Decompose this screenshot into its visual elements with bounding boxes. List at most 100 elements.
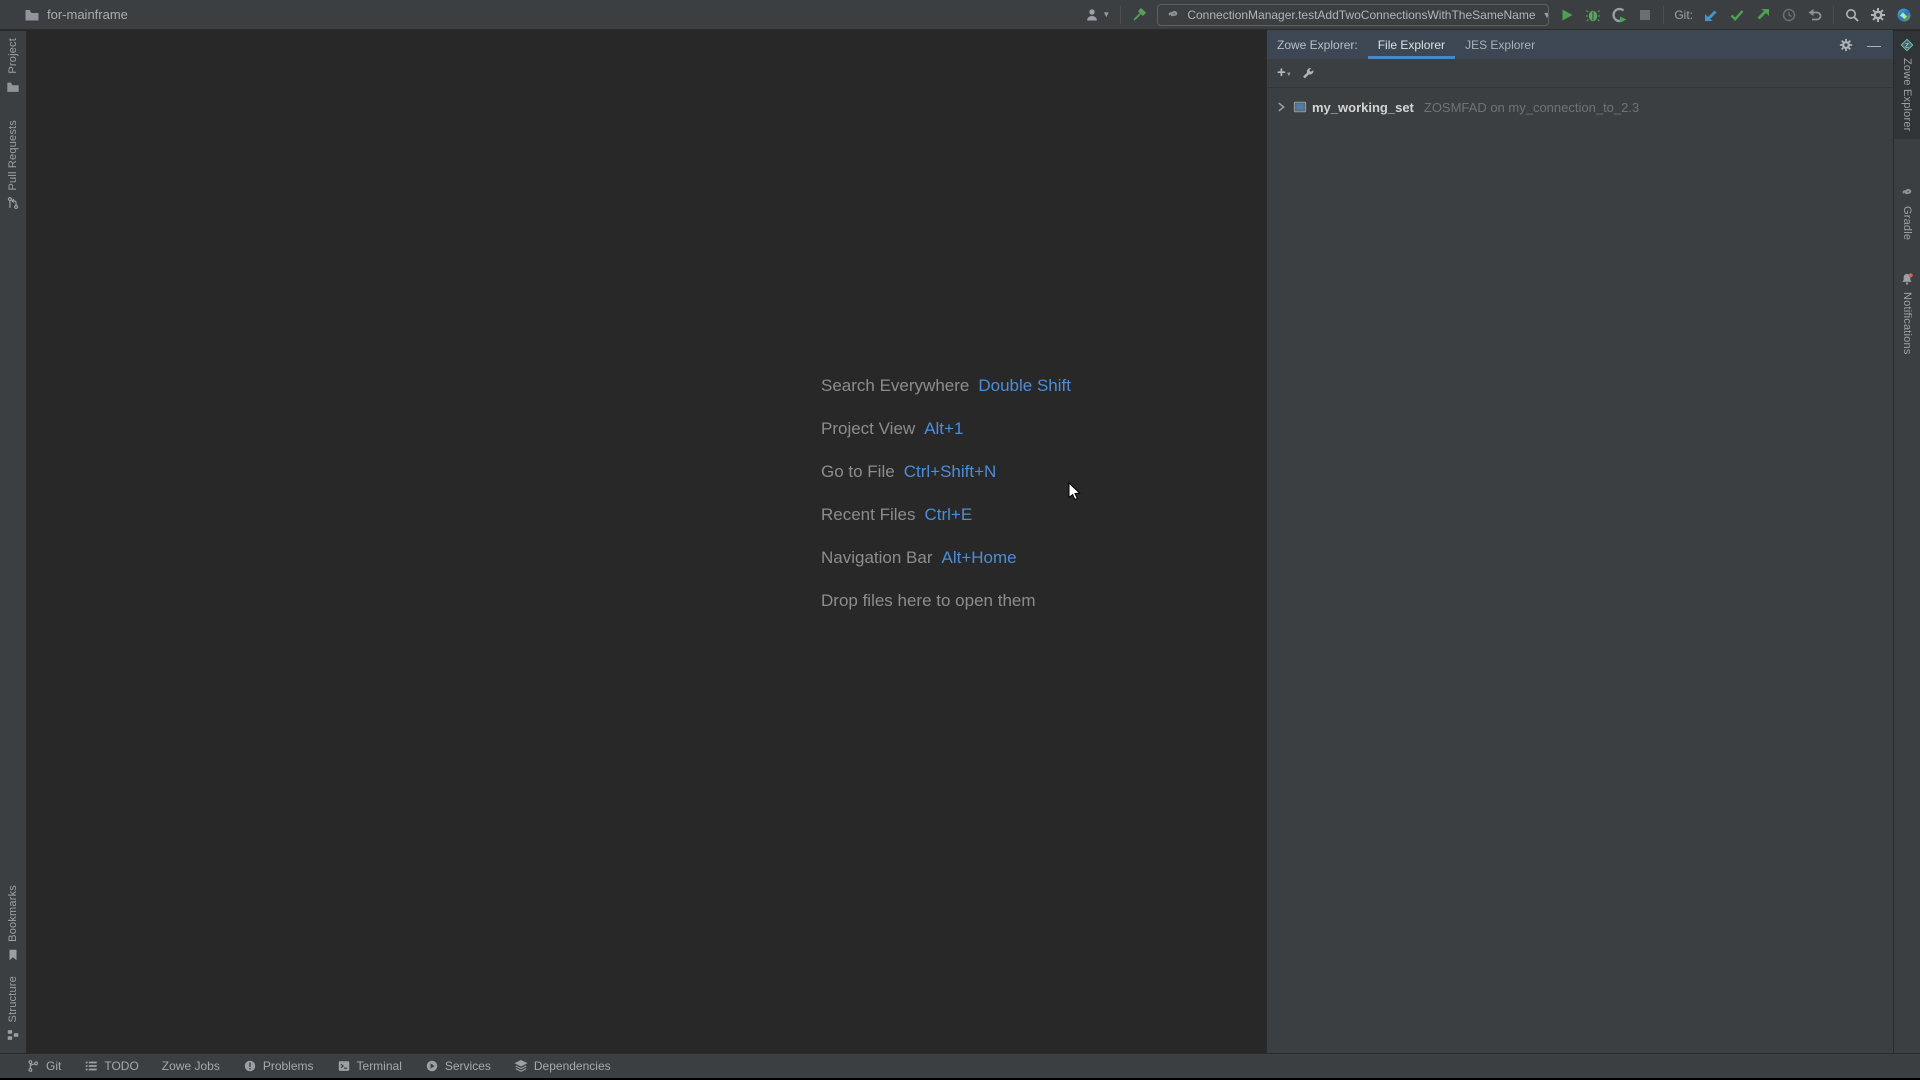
run-icon[interactable] [1559,7,1575,23]
stripe-tab-structure[interactable]: Structure [0,969,26,1049]
user-icon [1084,7,1100,23]
wrench-icon[interactable] [1301,66,1315,80]
project-folder-icon [24,7,40,23]
hint-label: Go to File [821,461,895,481]
bottom-tab-label: Terminal [356,1059,402,1073]
bell-icon [1900,272,1914,286]
history-icon [1781,7,1797,23]
structure-icon [6,1028,20,1042]
hint-project-view: Project View Alt+1 [821,407,1071,450]
project-name[interactable]: for-mainframe [47,7,128,22]
stripe-tab-zowe-explorer[interactable]: Z Zowe Explorer [1894,31,1920,139]
problems-icon [243,1059,257,1073]
gear-icon[interactable] [1839,38,1853,52]
stripe-tab-gradle-label: Gradle [1901,205,1913,240]
run-configuration-select[interactable]: ConnectionManager.testAddTwoConnectionsW… [1157,3,1550,26]
stop-icon [1637,7,1653,23]
tab-jes-explorer[interactable]: JES Explorer [1455,30,1545,59]
debug-icon[interactable] [1585,7,1601,23]
gear-icon[interactable] [1870,7,1886,23]
git-push-icon[interactable] [1755,7,1771,23]
hint-drop-files: Drop files here to open them [821,579,1071,622]
minimize-icon[interactable]: — [1867,38,1881,52]
bottom-tab-label: TODO [104,1059,139,1073]
stripe-tab-structure-label: Structure [7,975,19,1022]
toolbar-separator [1663,5,1665,24]
bottom-tab-dependencies[interactable]: Dependencies [514,1059,611,1073]
dependencies-icon [514,1059,528,1073]
hint-label: Navigation Bar [821,547,933,567]
git-branch-icon [26,1059,40,1073]
bottom-tab-label: Services [444,1059,491,1073]
rollback-icon[interactable] [1807,7,1823,23]
bottom-tab-terminal[interactable]: Terminal [337,1059,402,1073]
folder-icon [6,80,20,94]
run-configuration-name: ConnectionManager.testAddTwoConnectionsW… [1187,7,1536,22]
stripe-tab-zowe-explorer-label: Zowe Explorer [1901,58,1913,132]
title-bar: for-mainframe ▼ ConnectionManager.testAd… [0,0,1920,30]
build-hammer-icon[interactable] [1131,7,1147,23]
zowe-file-tree: my_working_set ZOSMFAD on my_connection_… [1267,88,1893,118]
stripe-tab-project-label: Project [7,38,19,74]
stripe-tab-pull-requests[interactable]: Pull Requests [0,113,26,217]
hint-go-to-file: Go to File Ctrl+Shift+N [821,450,1071,493]
gradle-icon [1900,186,1914,200]
hint-recent-files: Recent Files Ctrl+E [821,493,1071,536]
zowe-panel-toolbar: + ▼ [1267,59,1893,88]
stripe-tab-gradle[interactable]: Gradle [1894,179,1920,247]
editor-area[interactable] [28,31,1265,1053]
editor-shortcut-hints: Search Everywhere Double Shift Project V… [821,364,1071,622]
pull-request-icon [6,196,20,210]
plus-icon[interactable]: + ▼ [1277,65,1292,80]
git-commit-icon[interactable] [1729,7,1745,23]
avatar-icon[interactable] [1896,7,1912,23]
chevron-down-icon: ▼ [1543,10,1549,20]
bottom-tab-label: Problems [262,1059,314,1073]
zowe-panel-title: Zowe Explorer: [1277,37,1358,52]
hint-navigation-bar: Navigation Bar Alt+Home [821,536,1071,579]
user-menu-button[interactable]: ▼ [1084,7,1110,23]
stripe-tab-project[interactable]: Project [0,31,26,101]
chevron-down-icon: ▼ [1285,72,1292,78]
stripe-tab-notifications[interactable]: Notifications [1894,265,1920,362]
bottom-tab-git[interactable]: Git [26,1059,61,1073]
hint-shortcut: Alt+Home [941,547,1017,567]
hint-label: Search Everywhere [821,375,970,395]
bottom-tab-problems[interactable]: Problems [243,1059,314,1073]
coverage-icon[interactable] [1611,7,1627,23]
working-set-name: my_working_set [1312,99,1414,115]
search-icon[interactable] [1844,7,1860,23]
bottom-tab-label: Zowe Jobs [161,1059,220,1073]
bottom-tab-label: Git [46,1059,62,1073]
bottom-tab-services[interactable]: Services [425,1059,491,1073]
zowe-icon: Z [1900,38,1914,52]
hint-search-everywhere: Search Everywhere Double Shift [821,364,1071,407]
stripe-tab-bookmarks[interactable]: Bookmarks [0,878,26,969]
services-icon [425,1059,439,1073]
zowe-explorer-panel: Zowe Explorer: File Explorer JES Explore… [1266,30,1893,1053]
working-set-icon [1293,100,1307,114]
hint-shortcut: Double Shift [978,375,1071,395]
right-tool-stripe: Z Zowe Explorer Gradle Notifications [1893,31,1920,1053]
stripe-tab-pull-requests-label: Pull Requests [7,119,19,191]
stripe-tab-notifications-label: Notifications [1901,291,1913,355]
bottom-tab-todo[interactable]: TODO [84,1059,139,1073]
toolbar-separator [1120,5,1122,24]
hint-label: Drop files here to open them [821,590,1036,610]
svg-text:Z: Z [1905,42,1909,49]
tree-row-working-set[interactable]: my_working_set ZOSMFAD on my_connection_… [1267,96,1893,118]
working-set-detail: ZOSMFAD on my_connection_to_2.3 [1423,99,1640,115]
hint-label: Project View [821,418,916,438]
chevron-down-icon: ▼ [1102,10,1111,19]
terminal-icon [337,1059,351,1073]
tab-file-explorer[interactable]: File Explorer [1367,30,1456,59]
chevron-right-icon[interactable] [1274,100,1288,114]
hint-shortcut: Ctrl+E [924,504,973,524]
toolbar-separator [1833,5,1834,24]
hint-shortcut: Alt+1 [924,418,964,438]
bottom-tab-zowe-jobs[interactable]: Zowe Jobs [162,1059,220,1073]
git-update-icon[interactable] [1703,7,1719,23]
bottom-tab-label: Dependencies [533,1059,611,1073]
ide-window: for-mainframe ▼ ConnectionManager.testAd… [0,0,1920,1080]
bookmark-icon [6,948,20,962]
